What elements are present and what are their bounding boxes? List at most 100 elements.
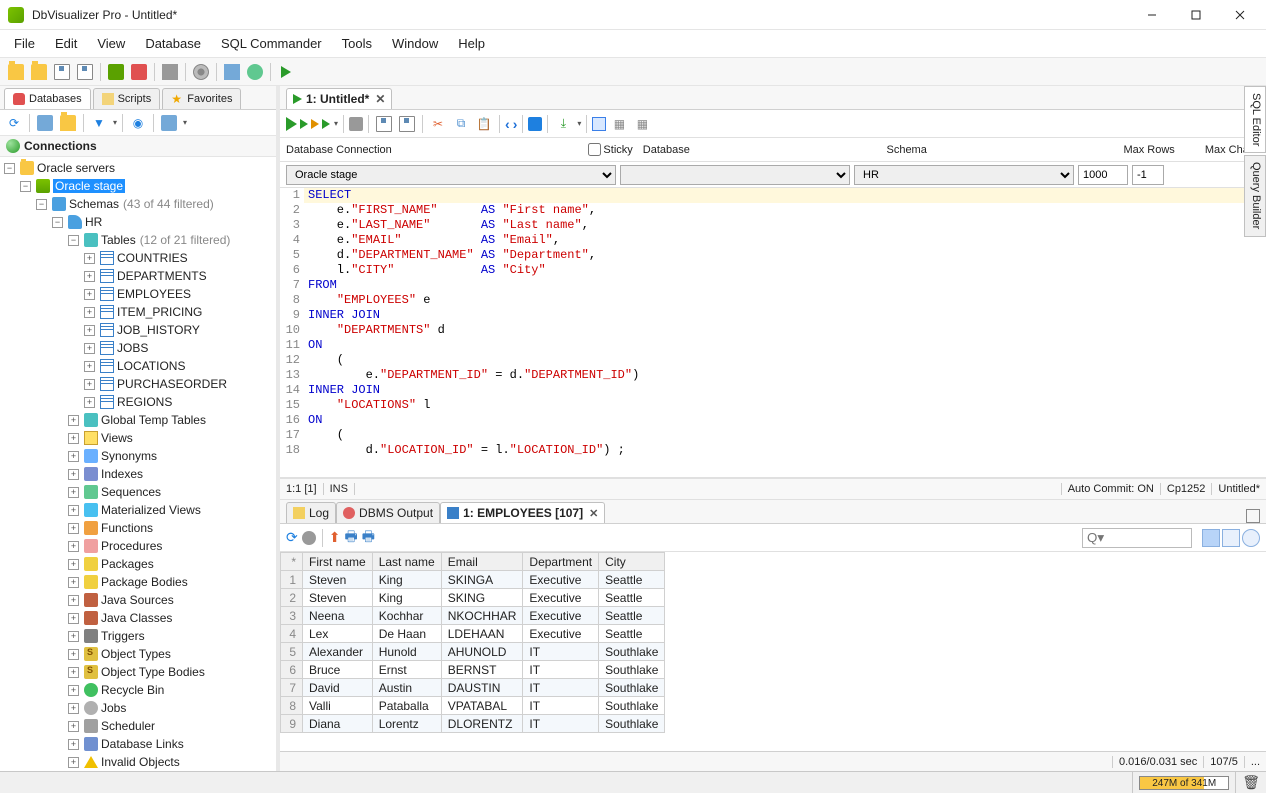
disconnect-button[interactable]	[129, 62, 149, 82]
filter-button[interactable]: ▼	[89, 113, 109, 133]
nav-tab-favorites[interactable]: ★Favorites	[162, 88, 241, 109]
copy-button[interactable]: ⧉	[451, 114, 471, 134]
tools-button[interactable]	[191, 62, 211, 82]
menu-window[interactable]: Window	[382, 32, 448, 55]
new-conn-button[interactable]	[35, 113, 55, 133]
result-tab-log[interactable]: Log	[286, 502, 336, 523]
expander[interactable]: +	[84, 289, 95, 300]
expander[interactable]: +	[68, 451, 79, 462]
expander[interactable]: −	[68, 235, 79, 246]
menu-file[interactable]: File	[4, 32, 45, 55]
refresh-button[interactable]	[245, 62, 265, 82]
tree-node-object-types[interactable]: +Object Types	[0, 645, 276, 663]
menu-help[interactable]: Help	[448, 32, 495, 55]
col-email[interactable]: Email	[441, 553, 523, 571]
tree-node-jobs[interactable]: +Jobs	[0, 699, 276, 717]
cell[interactable]: Steven	[303, 589, 373, 607]
view-mode-button[interactable]	[159, 113, 179, 133]
tree-node-oracle-servers[interactable]: −Oracle servers	[0, 159, 276, 177]
cell[interactable]: LDEHAAN	[441, 625, 523, 643]
tree-node-departments[interactable]: +DEPARTMENTS	[0, 267, 276, 285]
expander[interactable]: +	[84, 253, 95, 264]
grid-button[interactable]	[222, 62, 242, 82]
expander[interactable]: +	[68, 721, 79, 732]
tree-node-scheduler[interactable]: +Scheduler	[0, 717, 276, 735]
tree-node-packages[interactable]: +Packages	[0, 555, 276, 573]
cell[interactable]: Southlake	[599, 715, 665, 733]
open-folder-blue-button[interactable]	[29, 62, 49, 82]
side-tab-sql-editor[interactable]: SQL Editor	[1244, 86, 1266, 153]
cell[interactable]: IT	[523, 643, 599, 661]
cell[interactable]: Ernst	[372, 661, 441, 679]
connect-button[interactable]	[106, 62, 126, 82]
tree-node-database-links[interactable]: +Database Links	[0, 735, 276, 753]
database-select[interactable]	[620, 165, 850, 185]
maxchars-input[interactable]	[1132, 165, 1164, 185]
cell[interactable]: DAUSTIN	[441, 679, 523, 697]
cell[interactable]: IT	[523, 715, 599, 733]
tree-node-item-pricing[interactable]: +ITEM_PRICING	[0, 303, 276, 321]
tree-node-job-history[interactable]: +JOB_HISTORY	[0, 321, 276, 339]
tree-node-oracle-stage[interactable]: −Oracle stage	[0, 177, 276, 195]
expander[interactable]: +	[68, 523, 79, 534]
minimize-button[interactable]	[1138, 5, 1166, 25]
format-button[interactable]: ⤓	[553, 114, 573, 134]
refresh-tree-button[interactable]: ⟳	[4, 113, 24, 133]
execute-explain-button[interactable]	[322, 119, 330, 129]
cell[interactable]: Southlake	[599, 679, 665, 697]
expander[interactable]: +	[84, 271, 95, 282]
maximize-button[interactable]	[1182, 5, 1210, 25]
cell[interactable]: IT	[523, 679, 599, 697]
cell[interactable]: Seattle	[599, 625, 665, 643]
expander[interactable]: −	[20, 181, 31, 192]
menu-view[interactable]: View	[87, 32, 135, 55]
expander[interactable]: +	[68, 739, 79, 750]
cell[interactable]: Pataballa	[372, 697, 441, 715]
save-all-button[interactable]	[75, 62, 95, 82]
chart-view-button[interactable]	[1242, 529, 1260, 547]
expander[interactable]: +	[68, 559, 79, 570]
expander[interactable]: +	[84, 343, 95, 354]
table-row[interactable]: 9DianaLorentzDLORENTZITSouthlake	[281, 715, 665, 733]
expander[interactable]: +	[68, 577, 79, 588]
cell[interactable]: NKOCHHAR	[441, 607, 523, 625]
cell[interactable]: Alexander	[303, 643, 373, 661]
gc-button[interactable]: 🗑	[1235, 772, 1266, 793]
close-tab-icon[interactable]: ✕	[375, 92, 385, 106]
tree-node-object-type-bodies[interactable]: +Object Type Bodies	[0, 663, 276, 681]
table-row[interactable]: 8ValliPataballaVPATABALITSouthlake	[281, 697, 665, 715]
cell[interactable]: Hunold	[372, 643, 441, 661]
cell[interactable]: SKINGA	[441, 571, 523, 589]
expander[interactable]: +	[68, 631, 79, 642]
connection-select[interactable]: Oracle stage	[286, 165, 616, 185]
tree-node-views[interactable]: +Views	[0, 429, 276, 447]
expander[interactable]: +	[68, 433, 79, 444]
expander[interactable]: +	[68, 541, 79, 552]
table-row[interactable]: 3NeenaKochharNKOCHHARExecutiveSeattle	[281, 607, 665, 625]
expander[interactable]: +	[84, 379, 95, 390]
print-button[interactable]: 🖶	[344, 526, 357, 550]
tree-node-java-classes[interactable]: +Java Classes	[0, 609, 276, 627]
menu-tools[interactable]: Tools	[332, 32, 382, 55]
save-sql-button[interactable]	[374, 114, 394, 134]
history-forward-button[interactable]: ›	[513, 116, 518, 132]
tree-node-procedures[interactable]: +Procedures	[0, 537, 276, 555]
table-row[interactable]: 7DavidAustinDAUSTINITSouthlake	[281, 679, 665, 697]
rownum-header[interactable]: *	[281, 553, 303, 571]
cell[interactable]: Bruce	[303, 661, 373, 679]
expander[interactable]: +	[68, 649, 79, 660]
stop-button[interactable]	[160, 62, 180, 82]
cell[interactable]: BERNST	[441, 661, 523, 679]
expander[interactable]: +	[68, 487, 79, 498]
menu-edit[interactable]: Edit	[45, 32, 87, 55]
tree-node-package-bodies[interactable]: +Package Bodies	[0, 573, 276, 591]
table-row[interactable]: 5AlexanderHunoldAHUNOLDITSouthlake	[281, 643, 665, 661]
globe-button[interactable]: ◉	[128, 113, 148, 133]
result-grid[interactable]: *First nameLast nameEmailDepartmentCity1…	[280, 552, 665, 733]
tree-node-invalid-objects[interactable]: +Invalid Objects	[0, 753, 276, 771]
result-search-input[interactable]	[1082, 528, 1192, 548]
exec-more[interactable]: ...	[1244, 756, 1266, 768]
rollback-button[interactable]: ▦	[632, 114, 652, 134]
cell[interactable]: Lex	[303, 625, 373, 643]
tree-node-sequences[interactable]: +Sequences	[0, 483, 276, 501]
